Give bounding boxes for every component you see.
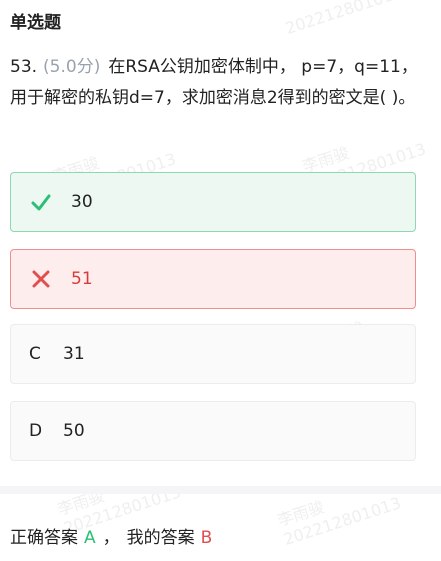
section-divider (0, 486, 441, 494)
option-a-text: 30 (71, 192, 93, 212)
option-c-text: 31 (63, 344, 85, 364)
cross-icon (29, 267, 53, 291)
correct-answer-value: A (84, 528, 96, 548)
option-c[interactable]: C 31 (10, 324, 416, 384)
my-answer-label: 我的答案 (126, 528, 195, 548)
option-c-letter: C (29, 344, 41, 364)
watermark-name: 李雨骏 (300, 143, 352, 177)
my-answer-value: B (200, 528, 213, 548)
option-b[interactable]: 51 (10, 249, 416, 309)
answer-summary: 正确答案 A ， 我的答案 B (10, 523, 212, 548)
section-title: 单选题 (10, 13, 61, 33)
question-score: (5.0分) (43, 57, 101, 77)
option-b-text: 51 (71, 269, 93, 289)
answer-separator: ， (102, 528, 120, 548)
question-number: 53. (10, 57, 38, 77)
watermark-name: 李雨骏 (275, 497, 327, 531)
option-d[interactable]: D 50 (10, 401, 416, 461)
question-block: 53. (5.0分) 在RSA公钥加密体制中， p=7，q=11，用于解密的私钥d=… (10, 52, 422, 114)
watermark-id: 202212801013 (283, 0, 406, 39)
correct-answer-label: 正确答案 (10, 528, 78, 548)
watermark-id: 202212801013 (281, 493, 404, 550)
check-icon (29, 190, 53, 214)
option-a[interactable]: 30 (10, 172, 416, 232)
watermark-1: 202212801013 (283, 0, 405, 39)
option-d-letter: D (29, 421, 43, 441)
option-d-text: 50 (63, 421, 85, 441)
